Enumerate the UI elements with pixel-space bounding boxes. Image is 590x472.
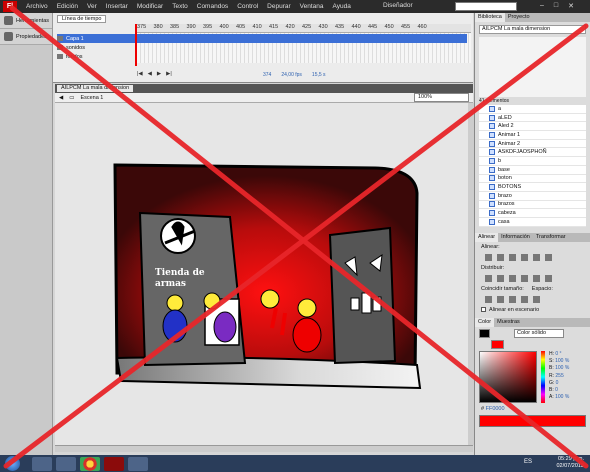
cross-line <box>3 23 589 469</box>
red-cross-overlay <box>3 5 589 469</box>
